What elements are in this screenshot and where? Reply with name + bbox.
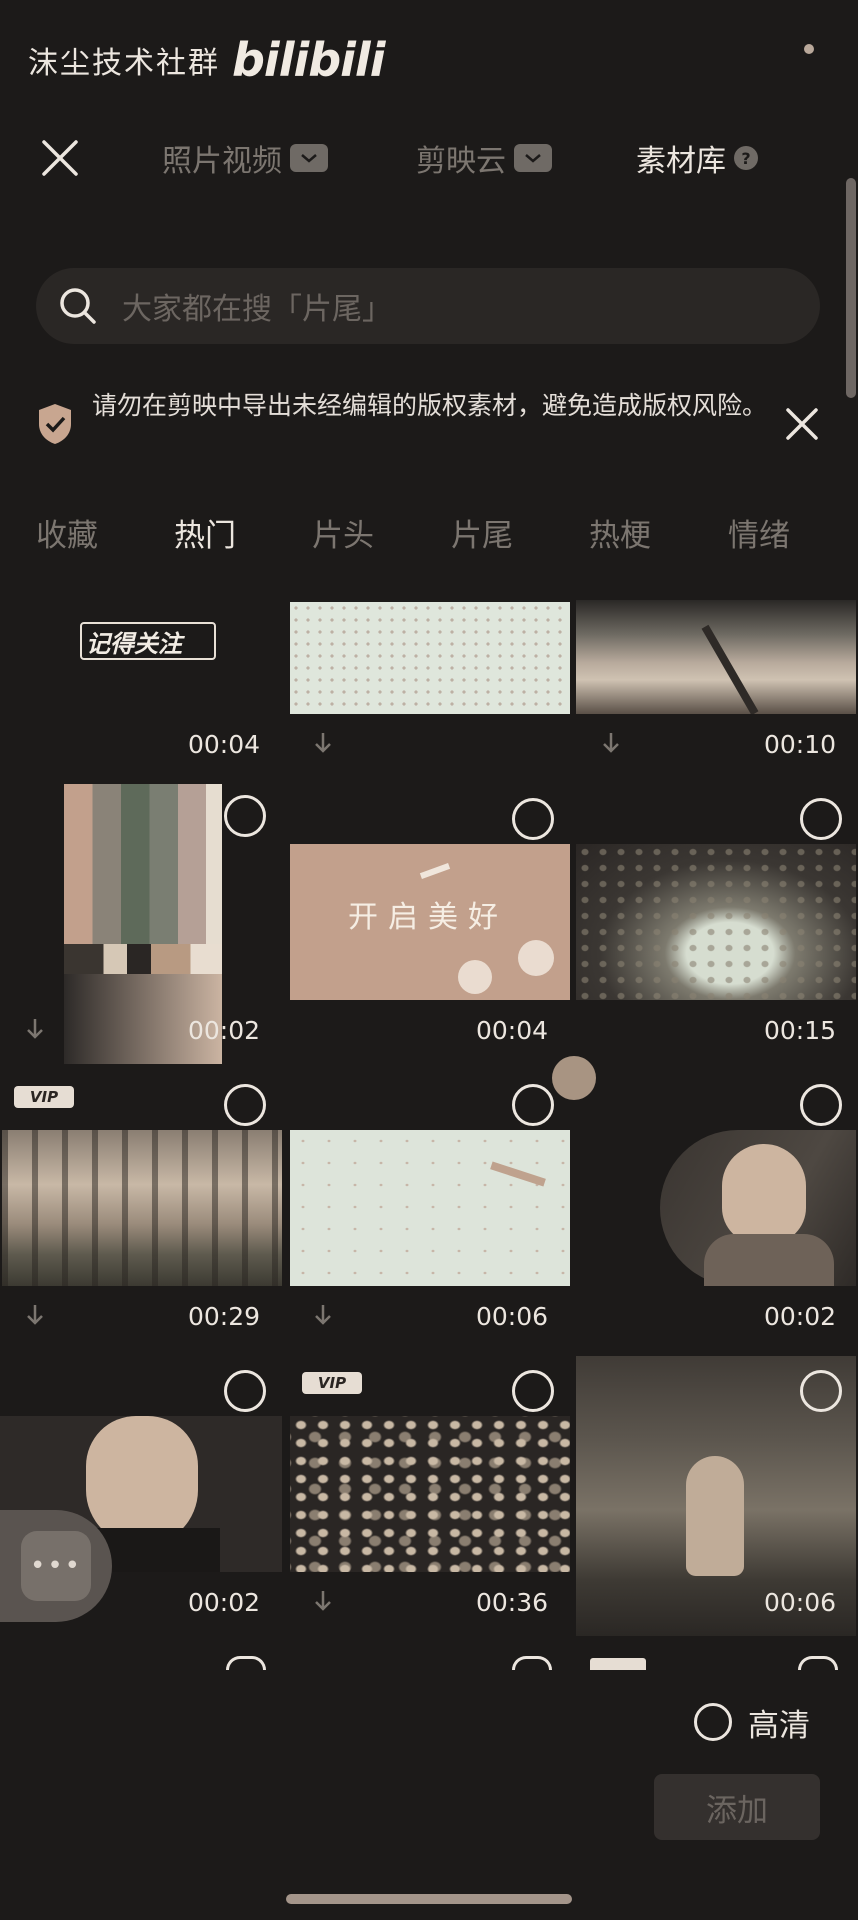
notice-text: 请勿在剪映中导出未经编辑的版权素材，避免造成版权风险。 — [92, 391, 768, 420]
duration-label: 00:15 — [763, 1016, 836, 1045]
notice-close-button[interactable] — [782, 404, 822, 444]
select-checkbox[interactable] — [226, 1656, 266, 1670]
chevron-down-icon[interactable] — [514, 144, 552, 172]
tab-label: 素材库 — [636, 144, 726, 179]
download-icon[interactable] — [310, 1302, 336, 1328]
media-item[interactable]: 开启美好 00:04 — [288, 780, 570, 1050]
add-button[interactable]: 添加 — [654, 1774, 820, 1840]
bilibili-logo: bilibili — [232, 33, 385, 87]
thumbnail — [290, 602, 570, 714]
tab-emotion[interactable]: 情绪 — [728, 510, 790, 555]
duration-label: 00:10 — [763, 730, 836, 759]
tab-label: 剪映云 — [416, 144, 506, 179]
thumbnail — [576, 844, 856, 1000]
download-icon[interactable] — [22, 1016, 48, 1042]
duration-label: 00:04 — [187, 730, 260, 759]
media-item[interactable]: 00:02 — [0, 780, 280, 1064]
hd-label: 高清 — [748, 1707, 810, 1744]
hd-toggle[interactable]: 高清 — [694, 1698, 810, 1746]
thumbnail — [576, 600, 856, 714]
thumbnail — [290, 1130, 570, 1286]
tab-photos-videos[interactable]: 照片视频 — [162, 136, 328, 180]
scrollbar[interactable] — [846, 178, 856, 398]
home-indicator[interactable] — [286, 1894, 572, 1904]
status-dot — [804, 44, 814, 54]
search-input[interactable]: 大家都在搜「片尾」 — [36, 268, 820, 344]
floating-more-button[interactable]: ••• — [0, 1510, 112, 1622]
tab-material-library[interactable]: 素材库 ? — [636, 136, 758, 180]
select-checkbox[interactable] — [224, 1370, 266, 1412]
close-icon — [786, 408, 818, 440]
thumbnail-text: 记得关注 — [86, 630, 182, 658]
duration-label: 00:06 — [475, 1302, 548, 1331]
floating-touch-dot[interactable] — [552, 1056, 596, 1100]
bottom-bar: 高清 添加 — [0, 1670, 858, 1920]
vip-badge — [590, 1658, 646, 1670]
vip-badge: VIP — [302, 1372, 362, 1394]
select-checkbox[interactable] — [798, 1656, 838, 1670]
tab-jianying-cloud[interactable]: 剪映云 — [416, 136, 552, 180]
tab-hot[interactable]: 热门 — [174, 510, 236, 555]
duration-label: 00:02 — [187, 1588, 260, 1617]
thumbnail — [576, 1130, 856, 1286]
media-item[interactable]: VIP 00:29 — [0, 1066, 282, 1336]
duration-label: 00:02 — [763, 1302, 836, 1331]
media-item[interactable]: 00:06 — [288, 1066, 570, 1336]
chevron-down-icon[interactable] — [290, 144, 328, 172]
copyright-notice: 请勿在剪映中导出未经编辑的版权素材，避免造成版权风险。 — [36, 386, 826, 466]
thumbnail: 开启美好 — [290, 844, 570, 1000]
thumbnail: 记得关注 — [0, 596, 280, 716]
duration-label: 00:04 — [475, 1016, 548, 1045]
tab-favorites[interactable]: 收藏 — [36, 510, 98, 555]
hd-radio[interactable] — [694, 1703, 732, 1741]
select-checkbox[interactable] — [512, 798, 554, 840]
media-item[interactable]: VIP 00:36 — [288, 1352, 570, 1622]
duration-label: 00:02 — [187, 1016, 260, 1045]
duration-label: 00:36 — [475, 1588, 548, 1617]
search-icon — [60, 288, 96, 324]
thumbnail — [2, 1130, 282, 1286]
media-item[interactable]: 00:06 — [576, 1352, 856, 1636]
watermark: 沫尘技术社群 bilibili — [28, 30, 385, 90]
select-checkbox[interactable] — [224, 1084, 266, 1126]
download-icon[interactable] — [598, 730, 624, 756]
select-checkbox[interactable] — [800, 1370, 842, 1412]
select-checkbox[interactable] — [512, 1656, 552, 1670]
more-icon: ••• — [21, 1531, 91, 1601]
tab-label: 照片视频 — [162, 144, 282, 179]
select-checkbox[interactable] — [512, 1084, 554, 1126]
select-checkbox[interactable] — [224, 795, 266, 837]
duration-label: 00:29 — [187, 1302, 260, 1331]
download-icon[interactable] — [22, 1302, 48, 1328]
tab-memes[interactable]: 热梗 — [589, 510, 651, 555]
select-checkbox[interactable] — [800, 798, 842, 840]
select-checkbox[interactable] — [512, 1370, 554, 1412]
vip-badge: VIP — [14, 1086, 74, 1108]
download-icon[interactable] — [310, 730, 336, 756]
media-item[interactable]: 00:15 — [576, 780, 856, 1050]
tab-intro[interactable]: 片头 — [312, 510, 374, 555]
source-tabs: 照片视频 剪映云 素材库 ? — [0, 118, 858, 198]
thumbnail — [290, 1416, 570, 1572]
duration-label: 00:06 — [763, 1588, 836, 1617]
tab-outro[interactable]: 片尾 — [451, 510, 513, 555]
download-icon[interactable] — [310, 1588, 336, 1614]
shield-icon — [39, 404, 71, 444]
close-button[interactable] — [38, 136, 82, 180]
thumbnail-text: 开启美好 — [348, 900, 508, 935]
category-tabs: 收藏 热门 片头 片尾 热梗 情绪 — [0, 510, 858, 570]
help-icon[interactable]: ? — [734, 146, 758, 170]
select-checkbox[interactable] — [800, 1084, 842, 1126]
search-placeholder: 大家都在搜「片尾」 — [122, 292, 392, 327]
watermark-text: 沫尘技术社群 — [28, 46, 220, 81]
media-item[interactable]: 00:02 — [576, 1066, 856, 1336]
close-icon — [42, 140, 78, 176]
